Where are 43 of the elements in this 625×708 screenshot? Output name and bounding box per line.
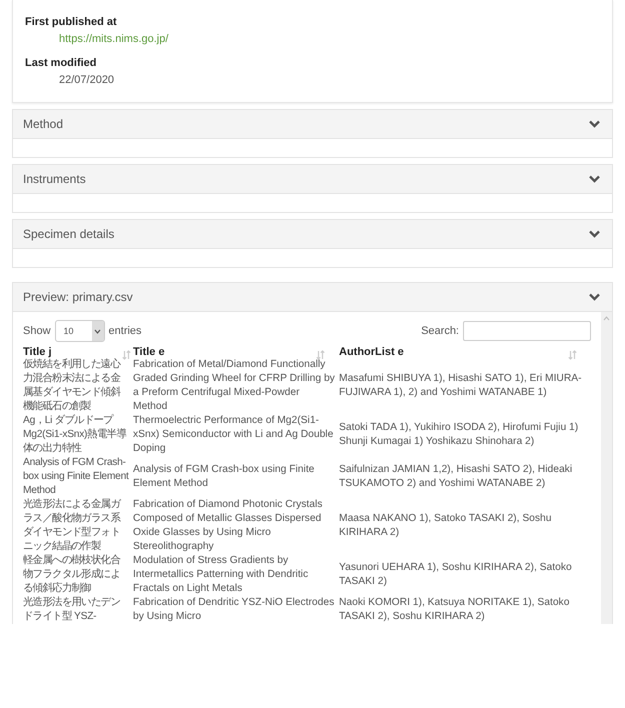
- table-cell-text: Fabrication of Metal/Diamond Functionally Graded Grinding Wheel for CFRP Drilling by a Preform Centrifugal Mixed-Powder Method: [133, 358, 336, 414]
- sort-icon: [122, 350, 131, 360]
- column-header[interactable]: AuthorList e: [339, 346, 591, 358]
- table-cell: Fabrication of Dendritic YSZ-NiO Electrodes by Using Micro: [133, 596, 339, 624]
- table-cell-text: Thermoelectric Performance of Mg2(Si1-xSnx) Semiconductor with Li and Ag Double Doping: [133, 414, 334, 456]
- table-cell-text: Naoki KOMORI 1), Katsuya NORITAKE 1), Satoko TASAKI 2), Soshu KIRIHARA 2): [339, 596, 570, 624]
- table-cell-text: 光造形法を用いたデンドライト型 YSZ-: [23, 596, 122, 624]
- table-cell: Masafumi SHIBUYA 1), Hisashi SATO 1), Eri MIURA-FUJIWARA 1), 2) and Yoshimi WATANABE 1): [339, 358, 591, 414]
- published-link[interactable]: https://mits.nims.go.jp/: [59, 33, 168, 45]
- sort-icon: [316, 350, 325, 360]
- table-cell: 光造形法による金属ガラス／酸化物ガラス系ダイヤモンド型フォトニック結晶の作製: [23, 498, 133, 554]
- table-cell-text: Fabrication of Diamond Photonic Crystals Composed of Metallic Glasses Dispersed Oxide Glasses by Using Micro Stereolithography: [133, 498, 324, 554]
- page-size-select[interactable]: 10: [54, 320, 105, 342]
- section-header[interactable]: Preview: primary.csv: [13, 283, 612, 312]
- sort-icon: [568, 350, 577, 360]
- table-cell: Analysis of FGM Crash-box using Finite Element Method: [133, 456, 339, 498]
- chevron-icon: [589, 120, 600, 128]
- search-field[interactable]: [463, 321, 591, 341]
- table-cell: 軽金属への樹枝状化合物フラクタル形成による傾斜応力制御: [23, 554, 133, 596]
- table-cell-text: Yasunori UEHARA 1), Soshu KIRIHARA 2), Satoko TASAKI 2): [339, 561, 573, 589]
- section-header[interactable]: Method: [13, 110, 612, 139]
- field-label: First published at: [25, 16, 118, 28]
- table-cell-text: Satoki TADA 1), Yukihiro ISODA 2), Hirofumi Fujiu 1) Shunji Kumagai 1) Yoshikazu Shinohara 2): [339, 421, 580, 449]
- table-cell-text: Maasa NAKANO 1), Satoko TASAKI 2), Soshu KIRIHARA 2): [339, 512, 553, 540]
- section-header[interactable]: Instruments: [13, 165, 612, 194]
- table-cell: 仮焼結を利用した遠心力混合粉末法による金属基ダイヤモンド傾斜機能砥石の創製: [23, 358, 133, 414]
- table-cell: Ag，Li ダブルドープMg2(Si1-xSnx)熱電半導体の出力特性: [23, 414, 133, 456]
- chevron-icon: [589, 230, 600, 238]
- table-cell-text: Saifulnizan JAMIAN 1,2), Hisashi SATO 2), Hideaki TSUKAMOTO 2) and Yoshimi WATANABE 2): [339, 463, 574, 491]
- section-header[interactable]: Specimen details: [13, 220, 612, 249]
- scroll-up-icon[interactable]: [603, 316, 610, 321]
- field-value: 22/07/2020: [59, 74, 114, 86]
- show-label: Show: [23, 325, 51, 337]
- caret-icon: [94, 328, 102, 334]
- column-header[interactable]: Title j: [23, 346, 133, 358]
- chevron-icon: [589, 175, 600, 183]
- column-header[interactable]: Title e: [133, 346, 339, 358]
- table-cell: Analysis of FGM Crash-box using Finite Element Method: [23, 456, 133, 498]
- field-label: Last modified: [25, 57, 98, 69]
- table-cell: Modulation of Stress Gradients by Intermetallics Patterning with Dendritic Fractals on Light Metals: [133, 554, 339, 596]
- entries-label: entries: [108, 325, 142, 337]
- chevron-icon: [589, 293, 600, 301]
- search-label: Search:: [421, 325, 459, 337]
